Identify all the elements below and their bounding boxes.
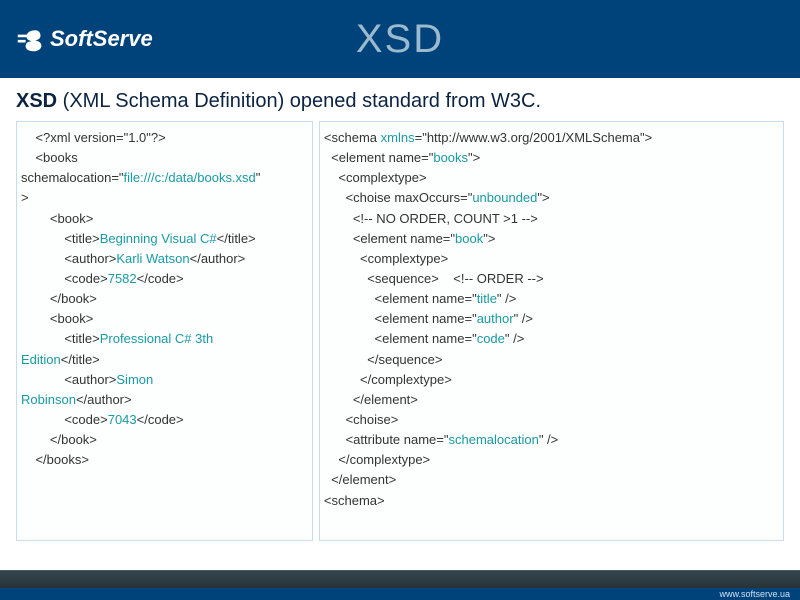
slide-header: SoftServe XSD [0, 0, 800, 78]
slide-content: XSD (XML Schema Definition) opened stand… [0, 78, 800, 549]
softserve-logo-icon [16, 25, 44, 53]
code-columns: <?xml version="1.0"?> <books schemalocat… [16, 121, 784, 541]
intro-text: XSD (XML Schema Definition) opened stand… [16, 90, 784, 113]
footer-stripe [0, 570, 800, 588]
footer-url: www.softserve.ua [719, 589, 790, 599]
brand-name: SoftServe [50, 26, 153, 52]
xsd-sample-box: <schema xmlns="http://www.w3.org/2001/XM… [319, 121, 784, 541]
xml-sample-box: <?xml version="1.0"?> <books schemalocat… [16, 121, 313, 541]
brand-logo: SoftServe [16, 25, 153, 53]
intro-rest: (XML Schema Definition) opened standard … [57, 90, 541, 112]
footer-url-bar: www.softserve.ua [0, 588, 800, 600]
slide-footer: www.softserve.ua [0, 570, 800, 600]
intro-bold: XSD [16, 90, 57, 112]
slide-title: XSD [356, 17, 444, 62]
